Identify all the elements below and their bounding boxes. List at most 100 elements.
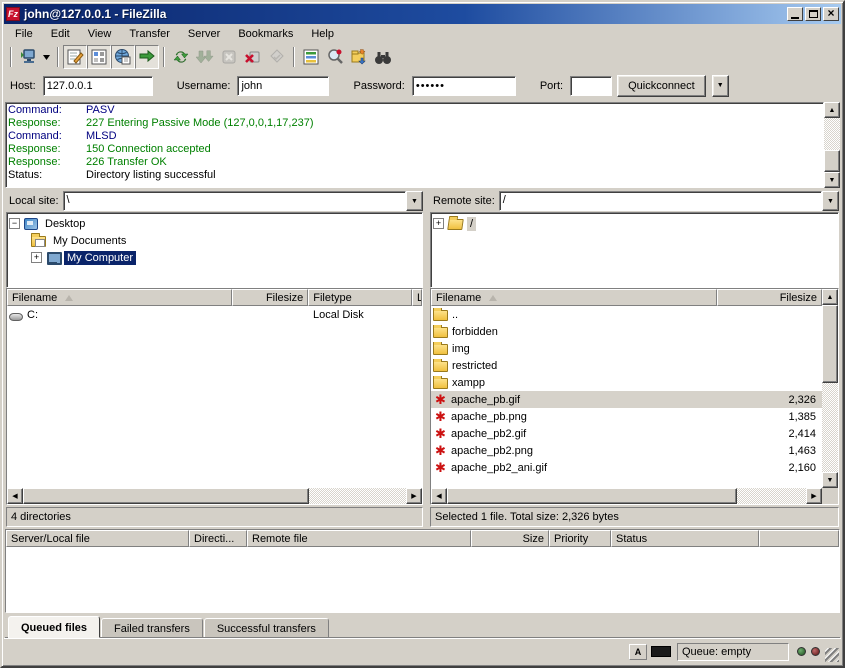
reconnect-button[interactable] [265, 45, 289, 69]
expand-icon[interactable]: + [31, 252, 42, 263]
tree-item-desktop[interactable]: − Desktop [9, 215, 422, 232]
file-row[interactable]: ✱apache_pb2.gif2,414 [431, 425, 822, 442]
file-row[interactable]: ✱apache_pb.gif2,326 [431, 391, 822, 408]
synchronized-browsing-button[interactable] [347, 45, 371, 69]
scroll-left-icon[interactable]: ◀ [431, 488, 447, 504]
encryption-indicator-icon[interactable] [651, 646, 671, 657]
folder-row[interactable]: restricted [431, 357, 822, 374]
expand-icon[interactable]: + [433, 218, 444, 229]
menu-edit[interactable]: Edit [42, 26, 79, 42]
site-manager-button[interactable] [16, 45, 40, 69]
menu-view[interactable]: View [79, 26, 121, 42]
local-site-combobox[interactable]: \ ▼ [63, 191, 423, 211]
folder-row[interactable]: .. [431, 306, 822, 323]
tree-item-my-documents[interactable]: My Documents [9, 232, 422, 249]
local-tree[interactable]: − Desktop My Documents + My Computer [6, 212, 423, 288]
scroll-thumb[interactable] [822, 305, 838, 383]
folder-row[interactable]: forbidden [431, 323, 822, 340]
column-header-status[interactable]: Status [611, 530, 759, 547]
column-header-filename[interactable]: Filename [7, 289, 232, 306]
disconnect-button[interactable] [241, 45, 265, 69]
file-row[interactable]: ✱apache_pb2_ani.gif2,160 [431, 459, 822, 476]
minimize-button[interactable] [787, 7, 803, 21]
remote-site-combobox[interactable]: / ▼ [499, 191, 839, 211]
folder-row[interactable]: xampp [431, 374, 822, 391]
toggle-message-log-button[interactable] [63, 45, 87, 69]
scroll-thumb[interactable] [824, 150, 840, 172]
toggle-transfer-queue-button[interactable] [135, 45, 159, 69]
local-site-value[interactable]: \ [63, 191, 406, 211]
menu-file[interactable]: File [6, 26, 42, 42]
menu-bookmarks[interactable]: Bookmarks [229, 26, 302, 42]
file-row[interactable]: ✱apache_pb2.png1,463 [431, 442, 822, 459]
close-button[interactable]: × [823, 7, 839, 21]
log-vertical-scrollbar[interactable]: ▲ ▼ [824, 102, 840, 188]
remote-vertical-scrollbar[interactable]: ▲ ▼ [822, 289, 838, 488]
chevron-down-icon[interactable]: ▼ [406, 191, 423, 211]
menu-help[interactable]: Help [302, 26, 343, 42]
find-files-button[interactable] [371, 45, 395, 69]
column-header-last-modified[interactable]: L [412, 289, 422, 306]
column-header-filetype[interactable]: Filetype [308, 289, 412, 306]
transfer-type-indicator[interactable]: A [629, 644, 647, 660]
chevron-down-icon[interactable]: ▼ [822, 191, 839, 211]
scroll-right-icon[interactable]: ▶ [406, 488, 422, 504]
password-input[interactable] [412, 76, 516, 96]
toggle-local-tree-button[interactable] [87, 45, 111, 69]
site-manager-dropdown-button[interactable] [40, 45, 53, 69]
scroll-thumb[interactable] [447, 488, 737, 504]
tab-failed-transfers[interactable]: Failed transfers [101, 618, 203, 638]
queue-body[interactable] [6, 547, 839, 612]
scroll-left-icon[interactable]: ◀ [7, 488, 23, 504]
process-queue-button[interactable] [193, 45, 217, 69]
remote-site-value[interactable]: / [499, 191, 822, 211]
file-row[interactable]: ✱apache_pb.png1,385 [431, 408, 822, 425]
local-list-body[interactable]: C: Local Disk [7, 306, 422, 488]
scroll-up-icon[interactable]: ▲ [822, 289, 838, 305]
column-header-server-local-file[interactable]: Server/Local file [6, 530, 189, 547]
resize-grip[interactable] [825, 648, 839, 662]
scroll-track[interactable] [822, 383, 838, 472]
scroll-thumb[interactable] [23, 488, 309, 504]
tab-successful-transfers[interactable]: Successful transfers [204, 618, 329, 638]
remote-list-body[interactable]: .. forbidden img restricted xampp ✱apach… [431, 306, 822, 488]
column-header-remote-file[interactable]: Remote file [247, 530, 471, 547]
message-log[interactable]: Command:PASV Response:227 Entering Passi… [5, 102, 824, 188]
column-header-size[interactable]: Size [471, 530, 549, 547]
maximize-button[interactable] [805, 7, 821, 21]
scroll-track[interactable] [309, 488, 406, 504]
scroll-track[interactable] [737, 488, 806, 504]
quickconnect-dropdown-button[interactable]: ▼ [712, 75, 729, 97]
host-input[interactable] [43, 76, 153, 96]
column-header-priority[interactable]: Priority [549, 530, 611, 547]
filter-button[interactable] [299, 45, 323, 69]
local-horizontal-scrollbar[interactable]: ◀ ▶ [7, 488, 422, 504]
remote-horizontal-scrollbar[interactable]: ◀ ▶ [431, 488, 822, 504]
column-header-filename[interactable]: Filename [431, 289, 717, 306]
column-header-filesize[interactable]: Filesize [717, 289, 822, 306]
menu-transfer[interactable]: Transfer [120, 26, 179, 42]
menu-server[interactable]: Server [179, 26, 229, 42]
scroll-track[interactable] [824, 118, 840, 150]
tree-item-my-computer[interactable]: + My Computer [9, 249, 422, 266]
port-input[interactable] [570, 76, 612, 96]
quickconnect-button[interactable]: Quickconnect [617, 75, 706, 97]
tree-item-root[interactable]: + / [433, 215, 838, 232]
tab-queued-files[interactable]: Queued files [8, 616, 100, 638]
scroll-up-icon[interactable]: ▲ [824, 102, 840, 118]
folder-row[interactable]: img [431, 340, 822, 357]
directory-comparison-button[interactable] [323, 45, 347, 69]
file-row-c-drive[interactable]: C: Local Disk [7, 306, 422, 323]
username-input[interactable] [237, 76, 329, 96]
remote-tree[interactable]: + / [430, 212, 839, 288]
collapse-icon[interactable]: − [9, 218, 20, 229]
scroll-down-icon[interactable]: ▼ [822, 472, 838, 488]
column-header-direction[interactable]: Directi... [189, 530, 247, 547]
cancel-operation-button[interactable] [217, 45, 241, 69]
scroll-right-icon[interactable]: ▶ [806, 488, 822, 504]
refresh-button[interactable] [169, 45, 193, 69]
column-header-filesize[interactable]: Filesize [232, 289, 308, 306]
toggle-remote-tree-button[interactable] [111, 45, 135, 69]
title-bar[interactable]: Fz john@127.0.0.1 - FileZilla × [4, 4, 841, 24]
scroll-down-icon[interactable]: ▼ [824, 172, 840, 188]
